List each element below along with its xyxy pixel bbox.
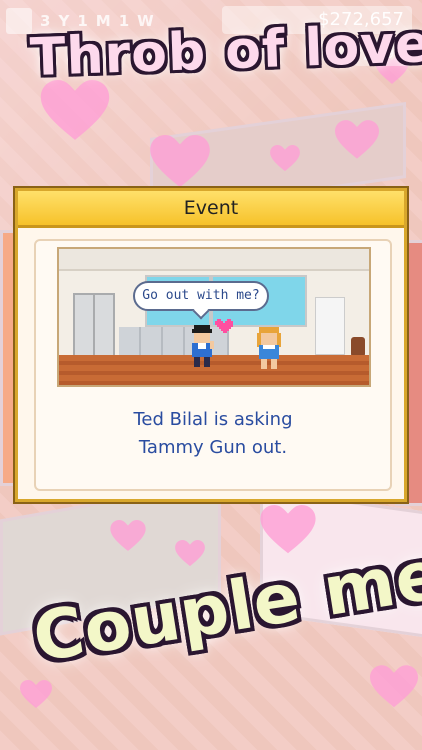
event-dialog[interactable]: Event Go out with me? Ted Bilal is askin…: [15, 188, 407, 502]
heart-icon: [40, 80, 110, 142]
event-message: Ted Bilal is asking Tammy Gun out.: [36, 406, 390, 462]
door: [73, 293, 115, 359]
avatar-icon: [6, 8, 32, 34]
speech-bubble: Go out with me?: [133, 281, 269, 311]
dialog-body: Go out with me? Ted Bilal is asking Tamm…: [34, 239, 392, 491]
plant: [351, 337, 365, 357]
heart-icon: [260, 505, 316, 555]
heart-icon: [150, 135, 210, 189]
character-tammy-gun: [257, 327, 281, 369]
event-scene: Go out with me?: [57, 247, 371, 387]
heart-icon: [110, 520, 146, 552]
event-message-line2: Tammy Gun out.: [138, 437, 288, 458]
heart-icon: [215, 319, 233, 333]
event-message-line1: Ted Bilal is asking: [133, 409, 293, 430]
scene-floor: [59, 355, 369, 385]
cabinet: [315, 297, 345, 355]
heart-icon: [175, 540, 205, 567]
wall: [59, 249, 369, 271]
character-ted-bilal: [192, 325, 214, 367]
dialog-title: Event: [18, 191, 404, 228]
heart-icon: [335, 120, 379, 160]
heart-icon: [270, 145, 300, 172]
heart-icon: [370, 665, 418, 709]
heart-icon: [20, 680, 52, 709]
